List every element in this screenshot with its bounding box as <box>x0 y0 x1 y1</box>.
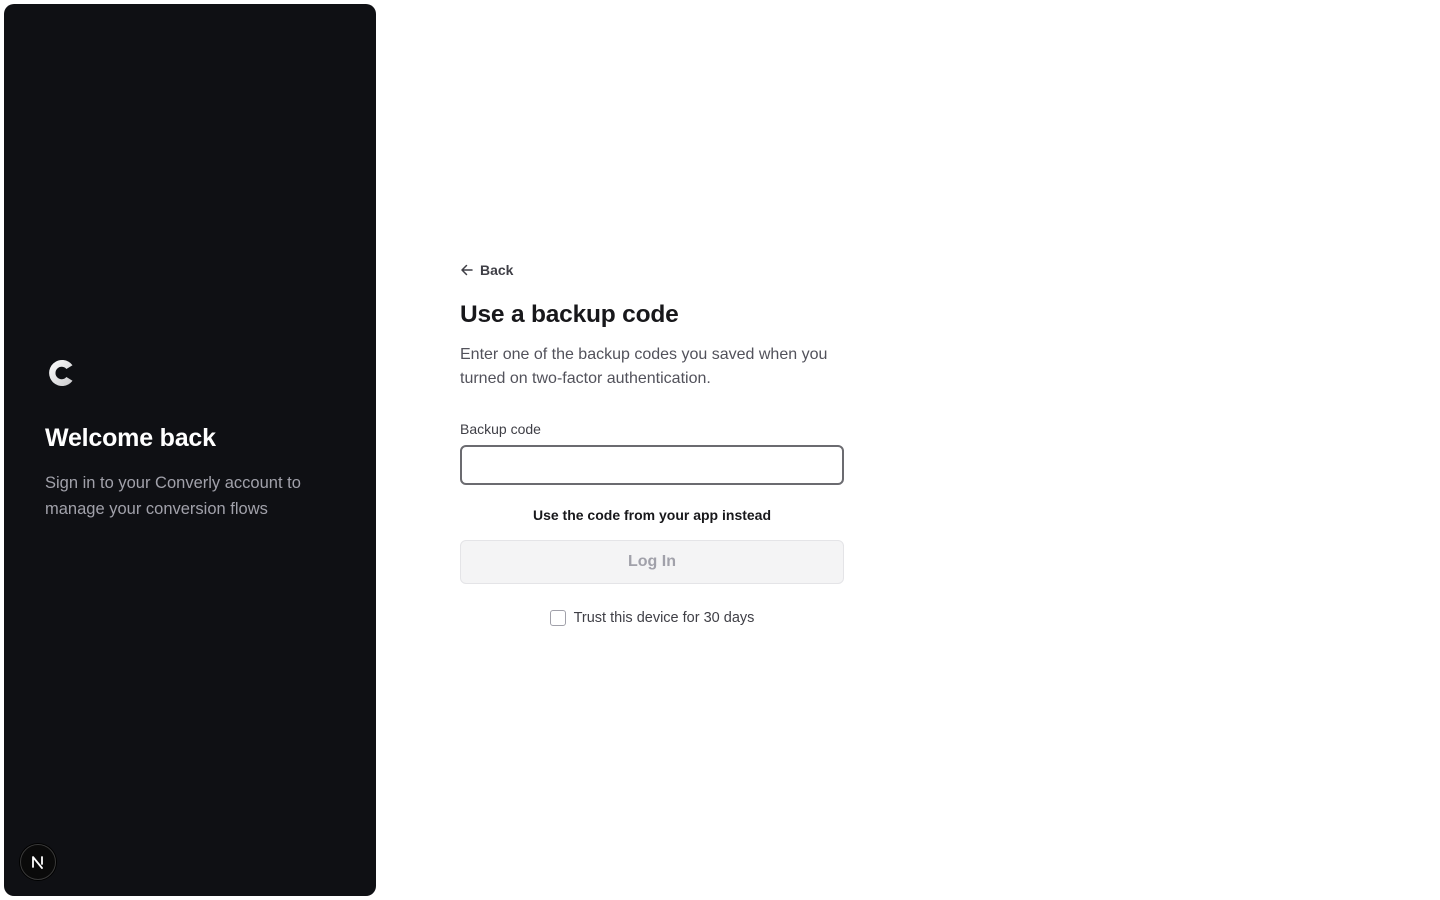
arrow-left-icon <box>461 264 473 276</box>
backup-code-form: Back Use a backup code Enter one of the … <box>460 262 844 626</box>
trust-device-row: Trust this device for 30 days <box>460 610 844 626</box>
welcome-subtitle: Sign in to your Converly account to mana… <box>45 474 301 518</box>
backup-code-label: Backup code <box>460 421 541 437</box>
back-link[interactable]: Back <box>460 262 513 278</box>
backup-code-input[interactable] <box>460 445 844 485</box>
back-label: Back <box>480 262 514 278</box>
n-logo-icon <box>32 856 43 869</box>
brand-panel: Welcome back Sign in to your Converly ac… <box>4 4 376 896</box>
login-page: Welcome back Sign in to your Converly ac… <box>0 0 1440 900</box>
converly-logo-icon <box>49 360 73 386</box>
dev-tools-badge[interactable] <box>20 844 56 880</box>
page-title: Use a backup code <box>460 301 679 328</box>
trust-device-checkbox[interactable] <box>549 610 566 626</box>
form-description: Enter one of the backup codes you saved … <box>460 346 828 387</box>
trust-device-label[interactable]: Trust this device for 30 days <box>574 610 755 626</box>
welcome-title: Welcome back <box>45 424 216 452</box>
use-app-code-link[interactable]: Use the code from your app instead <box>460 507 844 523</box>
log-in-button[interactable]: Log In <box>460 540 844 584</box>
